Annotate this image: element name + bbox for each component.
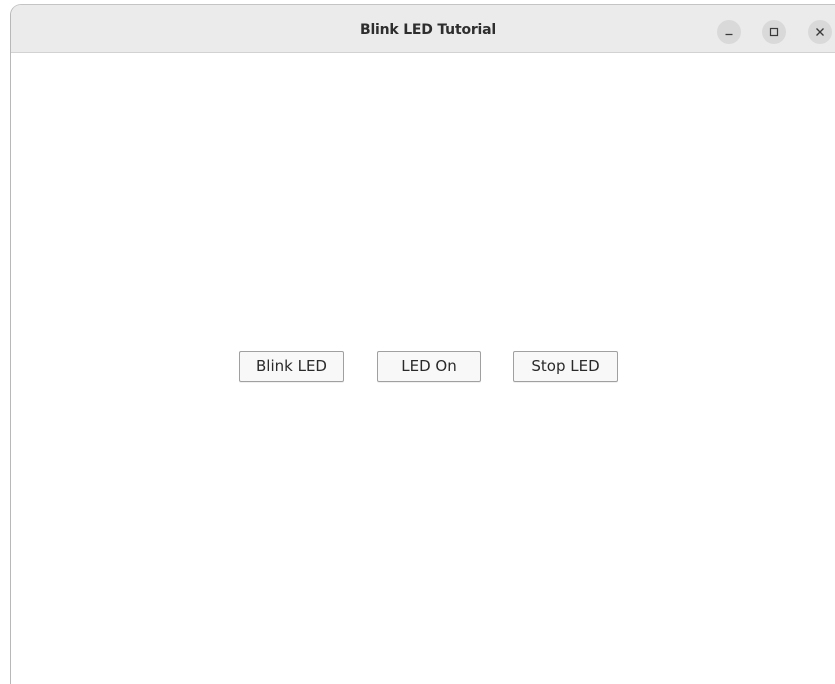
main-content: Blink LED LED On Stop LED <box>11 53 835 684</box>
maximize-icon <box>769 27 779 37</box>
close-button[interactable] <box>808 20 832 44</box>
blink-led-button[interactable]: Blink LED <box>239 351 344 382</box>
title-bar[interactable]: Blink LED Tutorial <box>11 5 835 53</box>
window-title: Blink LED Tutorial <box>359 22 497 38</box>
minimize-button[interactable] <box>717 20 741 44</box>
app-window: Blink LED Tutorial Blink LED LED On Stop… <box>10 4 835 684</box>
maximize-button[interactable] <box>762 20 786 44</box>
led-on-button[interactable]: LED On <box>377 351 481 382</box>
stop-led-button[interactable]: Stop LED <box>513 351 618 382</box>
close-icon <box>815 27 825 37</box>
minimize-icon <box>724 27 734 37</box>
